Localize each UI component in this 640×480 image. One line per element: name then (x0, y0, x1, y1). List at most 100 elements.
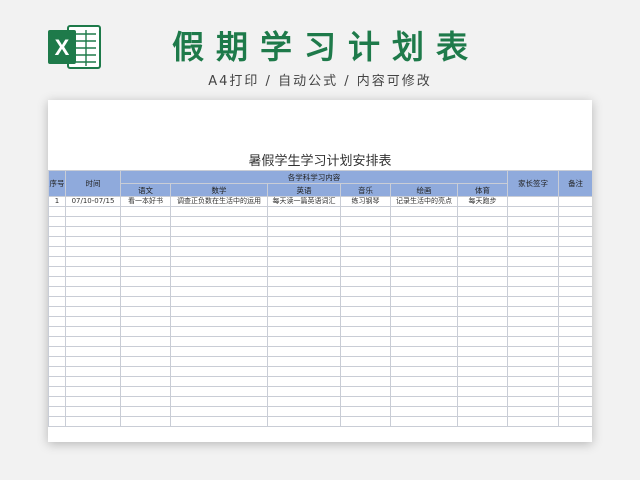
empty-cell (267, 386, 341, 397)
empty-cell (267, 296, 341, 307)
empty-cell (340, 416, 391, 427)
empty-cell (120, 236, 171, 247)
empty-cell (120, 286, 171, 297)
empty-cell (390, 256, 458, 267)
empty-cell (120, 206, 171, 217)
empty-cell (170, 206, 268, 217)
empty-cell (507, 336, 560, 347)
empty-cell (340, 316, 391, 327)
empty-cell (65, 366, 121, 377)
cell-parent-sign (507, 196, 560, 207)
empty-cell (340, 326, 391, 337)
empty-row (48, 226, 592, 237)
empty-row (48, 346, 592, 357)
empty-cell (456, 316, 509, 327)
empty-cell (340, 246, 391, 257)
empty-cell (456, 246, 509, 257)
header-subject: 数学 (170, 183, 268, 197)
cell-subject: 练习钢琴 (340, 196, 391, 207)
empty-cell (558, 216, 592, 227)
empty-cell (390, 276, 458, 287)
header-subject: 绘画 (390, 183, 458, 197)
header-subject: 音乐 (340, 183, 391, 197)
empty-cell (48, 356, 66, 367)
empty-cell (48, 366, 66, 377)
empty-cell (120, 226, 171, 237)
empty-cell (340, 226, 391, 237)
empty-cell (267, 226, 341, 237)
empty-cell (558, 376, 592, 387)
empty-cell (558, 226, 592, 237)
empty-cell (170, 356, 268, 367)
empty-cell (507, 296, 560, 307)
empty-row (48, 206, 592, 217)
empty-cell (507, 416, 560, 427)
empty-cell (558, 206, 592, 217)
empty-cell (456, 236, 509, 247)
empty-cell (48, 406, 66, 417)
empty-cell (558, 356, 592, 367)
empty-cell (48, 326, 66, 337)
empty-cell (340, 406, 391, 417)
empty-cell (48, 236, 66, 247)
empty-cell (170, 236, 268, 247)
empty-cell (48, 216, 66, 227)
empty-row (48, 336, 592, 347)
empty-cell (65, 356, 121, 367)
empty-cell (120, 396, 171, 407)
empty-row (48, 406, 592, 417)
empty-cell (507, 266, 560, 277)
empty-cell (390, 346, 458, 357)
empty-cell (65, 396, 121, 407)
empty-cell (170, 306, 268, 317)
empty-cell (65, 406, 121, 417)
empty-cell (48, 256, 66, 267)
empty-row (48, 246, 592, 257)
empty-cell (267, 236, 341, 247)
empty-cell (267, 256, 341, 267)
empty-cell (65, 346, 121, 357)
empty-cell (507, 276, 560, 287)
empty-cell (456, 326, 509, 337)
empty-cell (65, 326, 121, 337)
empty-row (48, 266, 592, 277)
empty-cell (507, 226, 560, 237)
empty-cell (340, 306, 391, 317)
empty-cell (507, 366, 560, 377)
empty-cell (340, 216, 391, 227)
empty-cell (558, 256, 592, 267)
empty-cell (267, 406, 341, 417)
empty-row (48, 356, 592, 367)
empty-cell (558, 316, 592, 327)
empty-cell (340, 396, 391, 407)
empty-cell (48, 316, 66, 327)
cell-seq: 1 (48, 196, 66, 207)
empty-cell (456, 376, 509, 387)
empty-cell (267, 316, 341, 327)
empty-row (48, 286, 592, 297)
empty-cell (120, 386, 171, 397)
empty-cell (456, 266, 509, 277)
empty-cell (390, 206, 458, 217)
empty-cell (170, 266, 268, 277)
empty-cell (48, 416, 66, 427)
empty-cell (267, 206, 341, 217)
empty-cell (558, 416, 592, 427)
empty-cell (340, 296, 391, 307)
empty-cell (267, 346, 341, 357)
cell-subject: 记录生活中的亮点 (390, 196, 458, 207)
empty-cell (267, 356, 341, 367)
empty-cell (48, 246, 66, 257)
empty-cell (65, 266, 121, 277)
empty-cell (120, 336, 171, 347)
header-subject: 体育 (456, 183, 509, 197)
empty-cell (267, 376, 341, 387)
empty-cell (390, 396, 458, 407)
plan-table: 序号 时间 各学科学习内容 家长签字 备注 语文 数学 英语 音乐 绘画 体育 … (48, 170, 592, 427)
empty-row (48, 416, 592, 427)
empty-cell (170, 346, 268, 357)
header-subject-group: 各学科学习内容 (119, 170, 509, 184)
empty-cell (390, 336, 458, 347)
empty-cell (390, 296, 458, 307)
empty-cell (65, 386, 121, 397)
